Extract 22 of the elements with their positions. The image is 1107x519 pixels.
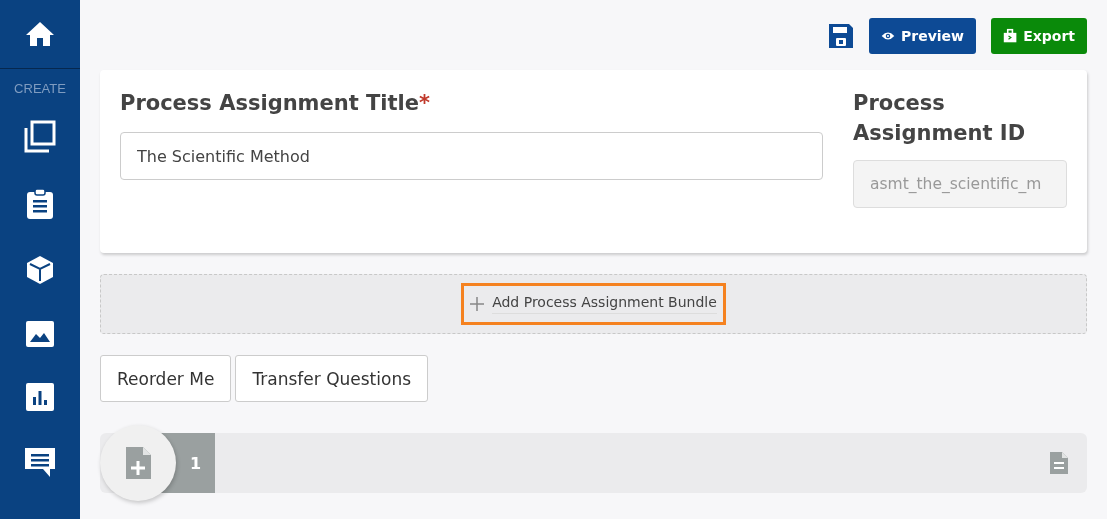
clipboard-icon[interactable] <box>25 188 55 220</box>
bar-chart-icon[interactable] <box>25 382 55 412</box>
section-label: CREATE <box>14 81 66 96</box>
title-label: Process Assignment Title* <box>120 90 432 117</box>
cube-icon[interactable] <box>25 254 55 286</box>
preview-button[interactable]: Preview <box>869 18 976 54</box>
file-plus-icon <box>124 446 152 480</box>
save-icon[interactable] <box>828 23 854 49</box>
reorder-button[interactable]: Reorder Me <box>100 355 232 402</box>
plus-icon <box>470 297 485 311</box>
id-label: Process Assignment ID <box>853 90 1027 147</box>
transfer-button[interactable]: Transfer Questions <box>235 355 429 402</box>
export-button[interactable]: Export <box>991 18 1087 54</box>
image-icon[interactable] <box>25 320 55 348</box>
comment-icon[interactable] <box>24 446 56 478</box>
home-icon[interactable] <box>25 20 55 48</box>
document-icon[interactable] <box>1049 451 1069 475</box>
copy-icon[interactable] <box>23 120 57 154</box>
add-question-button[interactable] <box>100 425 176 501</box>
title-input[interactable]: The Scientific Method <box>120 132 823 180</box>
briefcase-icon <box>1003 27 1018 45</box>
add-bundle-button[interactable]: Add Process Assignment Bundle <box>461 283 726 325</box>
